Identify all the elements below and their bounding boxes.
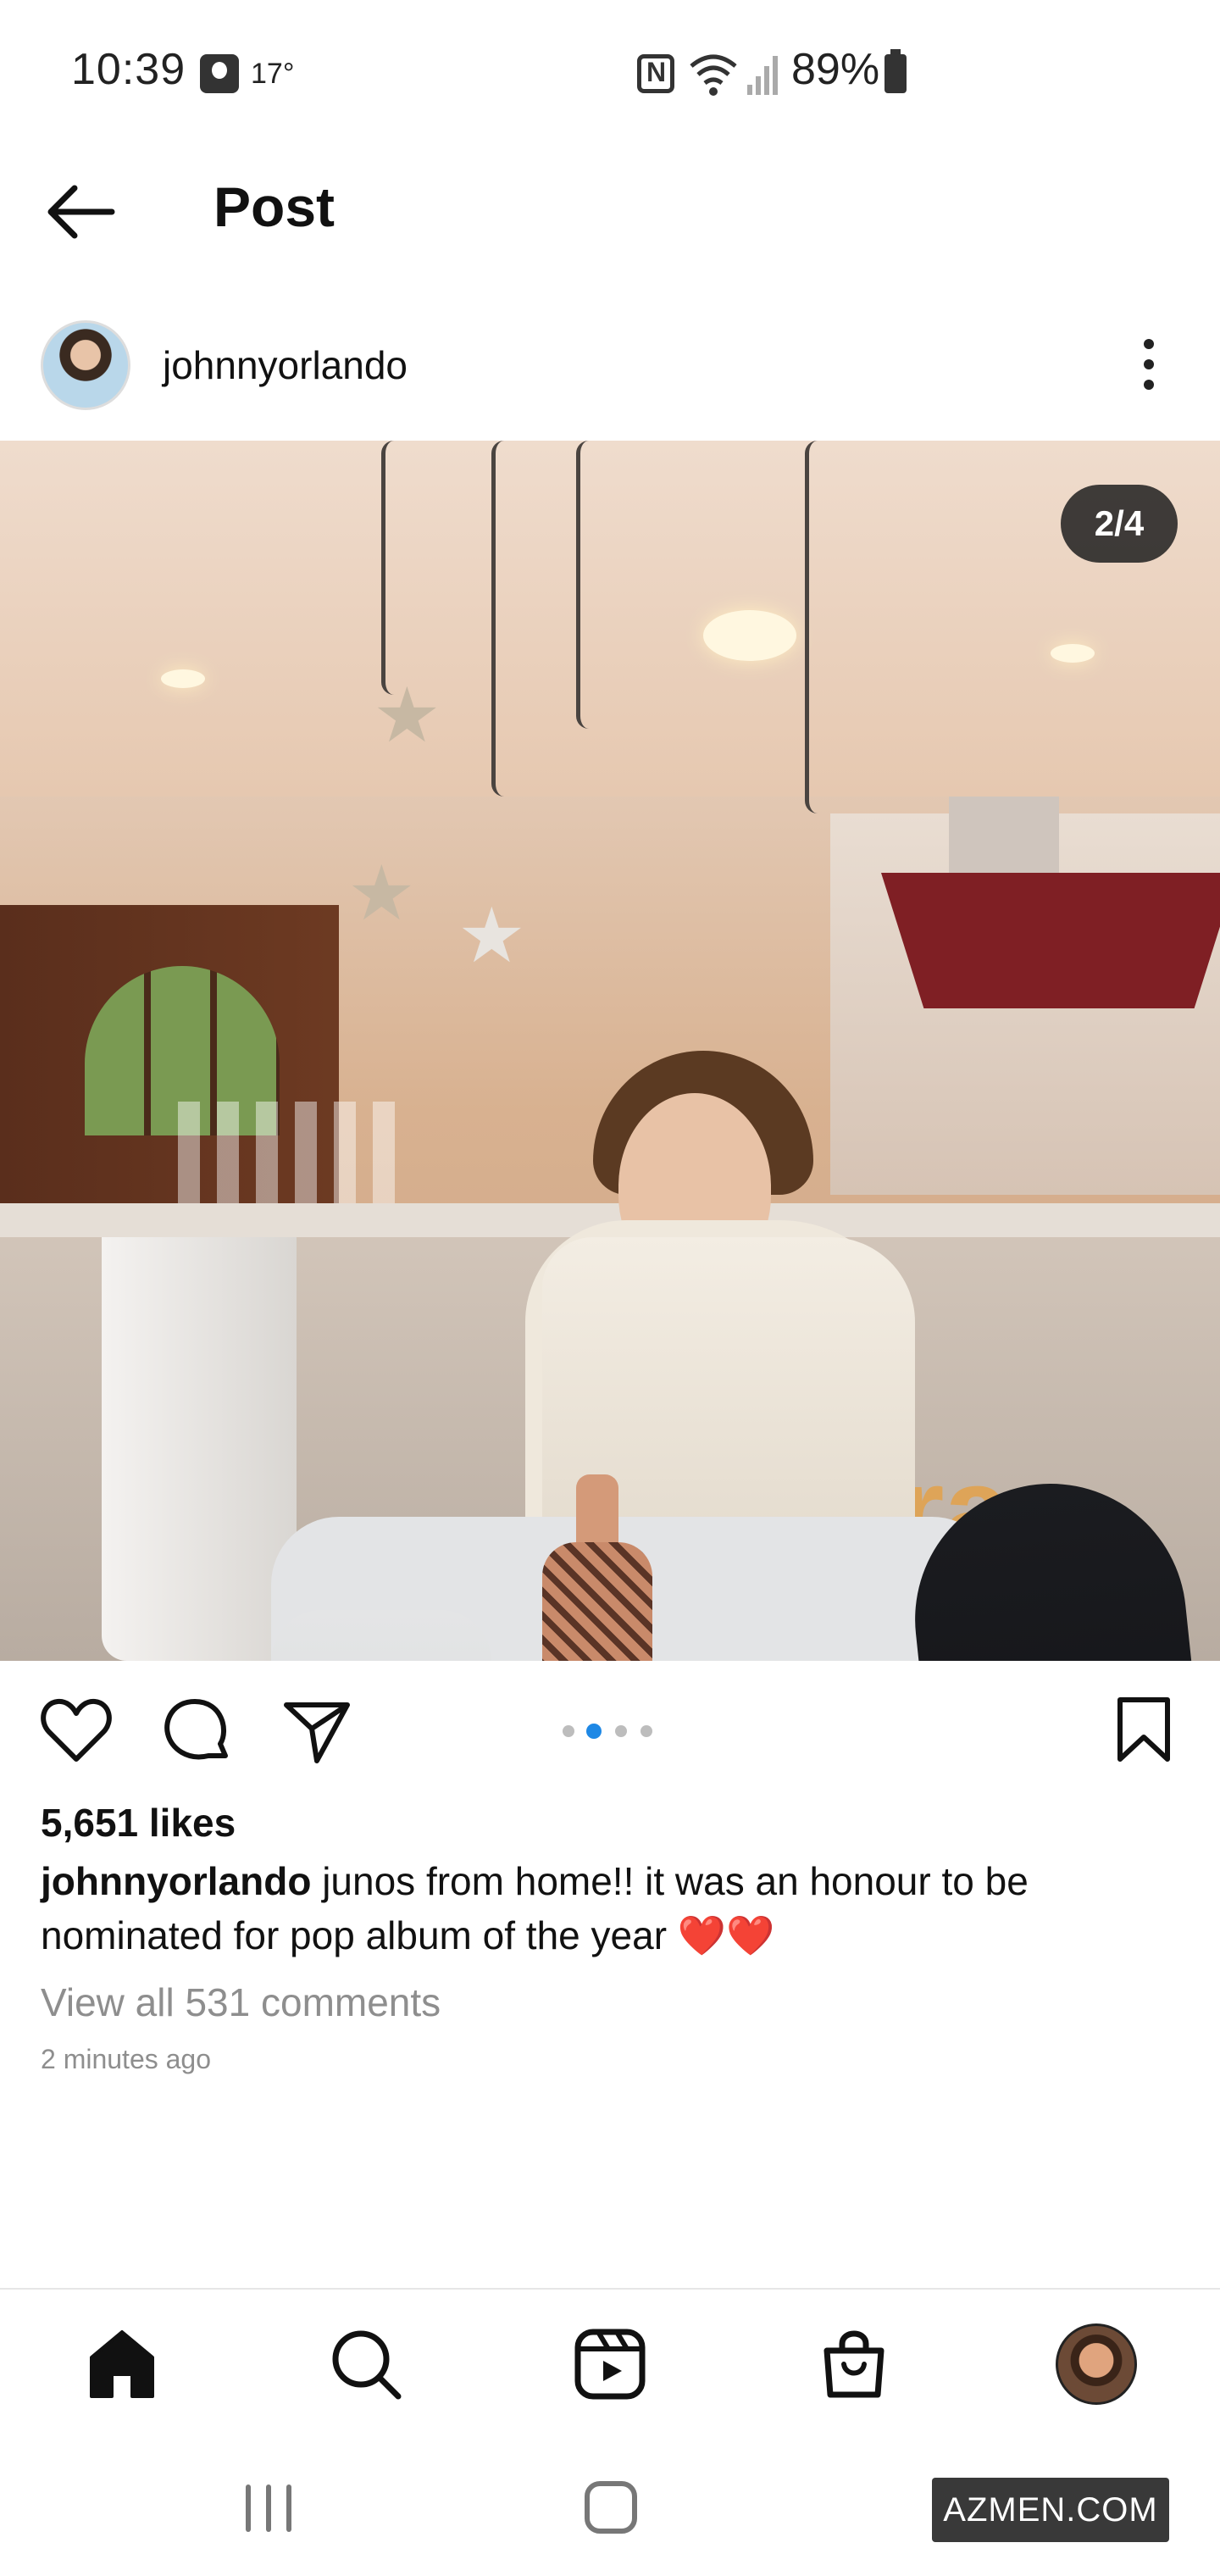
photo-streamer [381, 441, 407, 695]
signal-icon [747, 56, 778, 95]
comment-icon [164, 1699, 228, 1760]
comment-button[interactable] [158, 1691, 236, 1769]
photo-streamer [805, 441, 830, 813]
carousel-dot [640, 1725, 652, 1737]
battery-percent: 89% [791, 45, 880, 94]
status-bar: 10:39 17° 89% [0, 0, 1220, 144]
likes-count[interactable]: 5,651 likes [41, 1800, 236, 1846]
arrow-left-icon [47, 185, 115, 239]
photo-person-legs [271, 1610, 491, 1661]
status-time: 10:39 [71, 45, 186, 94]
post-username[interactable]: johnnyorlando [163, 342, 408, 388]
battery-icon [884, 49, 907, 93]
post-image[interactable]: ★ ★ ★ ra ★ [0, 441, 1220, 1661]
caption-username[interactable]: johnnyorlando [41, 1859, 311, 1903]
page-title: Post [214, 175, 336, 238]
avatar[interactable] [41, 320, 130, 410]
back-button[interactable] [41, 169, 125, 254]
share-button[interactable] [278, 1691, 356, 1769]
photo-star-decoration: ★ [347, 852, 416, 936]
post-header: johnnyorlando [0, 305, 1220, 424]
tab-shop[interactable] [812, 2322, 896, 2407]
photo-glasses [178, 1102, 398, 1212]
photo-ceiling-light [1051, 644, 1095, 663]
photo-range-hood [881, 873, 1220, 1008]
carousel-dot-active [586, 1724, 602, 1739]
bookmark-icon [1117, 1697, 1170, 1762]
post-action-row [0, 1678, 1220, 1779]
wifi-icon [690, 54, 737, 96]
photo-champagne-bottle [542, 1542, 652, 1661]
tab-search[interactable] [324, 2322, 408, 2407]
weather-icon [200, 54, 239, 93]
photo-ceiling [0, 441, 1220, 797]
post-caption: johnnyorlando junos from home!! it was a… [41, 1854, 1176, 1963]
reels-icon [574, 2329, 646, 2400]
watermark: AZMEN.COM [932, 2478, 1169, 2542]
image-counter-badge: 2/4 [1061, 485, 1178, 563]
top-nav: Post [0, 144, 1220, 280]
home-icon [90, 2330, 154, 2398]
system-nav-bar: AZMEN.COM [0, 2437, 1220, 2576]
carousel-dot [563, 1725, 574, 1737]
bottom-tab-bar [0, 2288, 1220, 2437]
more-options-button[interactable] [1127, 330, 1171, 398]
view-comments-link[interactable]: View all 531 comments [41, 1979, 441, 2025]
like-button[interactable] [37, 1691, 115, 1769]
photo-hood-chimney [949, 797, 1059, 873]
photo-ceiling-light [161, 669, 205, 688]
photo-streamer [576, 441, 602, 729]
tab-reels[interactable] [568, 2322, 652, 2407]
tab-home[interactable] [80, 2322, 164, 2407]
photo-streamer [491, 441, 517, 797]
carousel-indicator [563, 1722, 657, 1739]
photo-star-decoration: ★ [458, 894, 526, 979]
recent-apps-button[interactable] [244, 2484, 295, 2532]
home-nav-button[interactable] [585, 2481, 637, 2534]
tab-profile-avatar[interactable] [1056, 2323, 1137, 2405]
save-button[interactable] [1105, 1691, 1183, 1769]
nfc-icon [637, 54, 674, 93]
post-timestamp: 2 minutes ago [41, 2044, 212, 2074]
shop-icon [824, 2330, 884, 2398]
caption-emoji: ❤️❤️ [677, 1913, 775, 1957]
photo-corbel [102, 1237, 297, 1661]
carousel-dot [615, 1725, 627, 1737]
heart-icon [41, 1698, 112, 1762]
photo-star-decoration: ★ [373, 674, 441, 758]
search-icon [332, 2330, 402, 2400]
send-icon [284, 1702, 350, 1763]
photo-chandelier [703, 610, 796, 661]
status-temperature: 17° [251, 58, 295, 90]
